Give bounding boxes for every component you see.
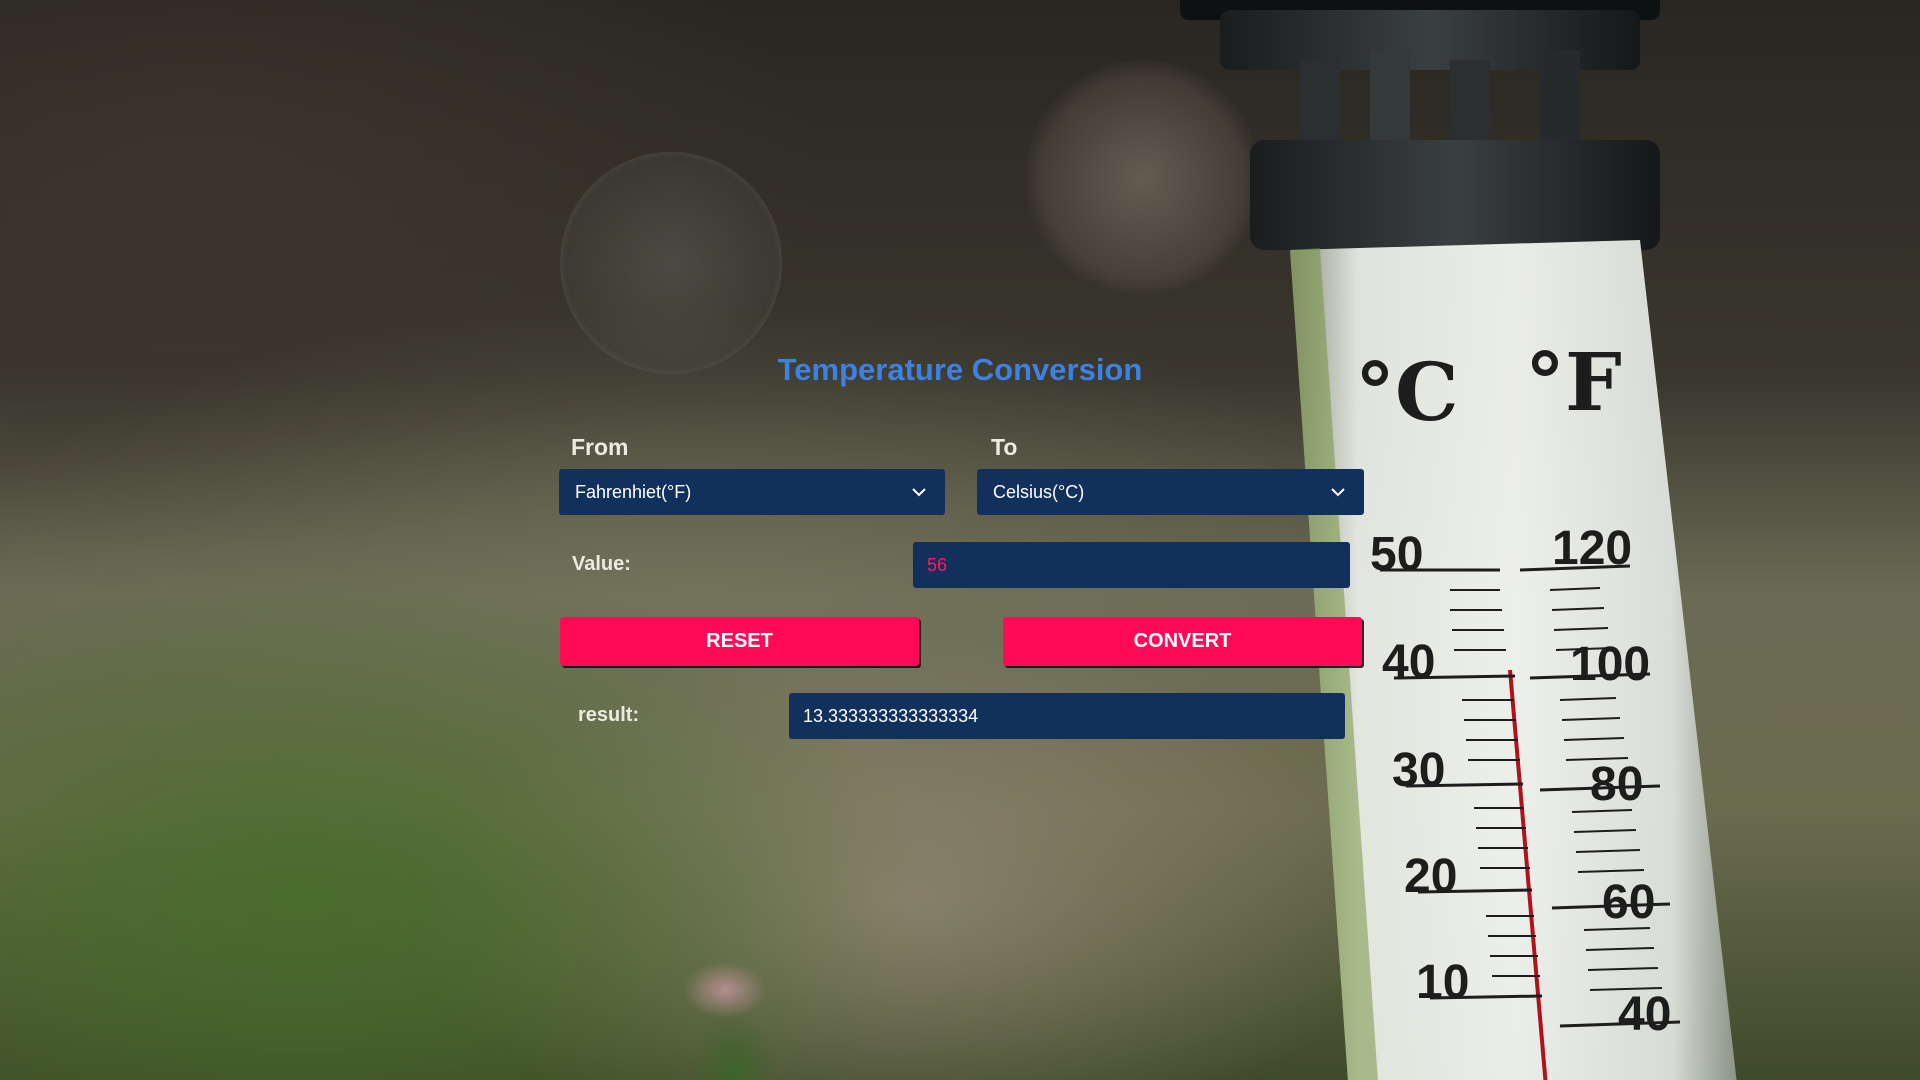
value-input-text: 56	[927, 554, 948, 575]
result-output-field: 13.333333333333334	[789, 693, 1345, 739]
fahrenheit-tick-label: 80	[1590, 758, 1643, 811]
to-unit-select[interactable]: Celsius(°C)	[977, 469, 1364, 515]
value-input[interactable]: 56	[913, 542, 1350, 588]
to-label: To	[991, 434, 1018, 460]
app-stage: °C °F 50 40 30 20 10 120 100 80 60 40 Te…	[0, 0, 1920, 1080]
to-unit-selected-value: Celsius(°C)	[993, 481, 1085, 502]
from-unit-select[interactable]: Fahrenhiet(°F)	[559, 469, 945, 515]
from-label: From	[571, 434, 629, 460]
fahrenheit-tick-label: 60	[1602, 876, 1655, 929]
page-title: Temperature Conversion	[777, 352, 1143, 387]
background-flower	[665, 960, 805, 1080]
chevron-down-icon	[1331, 488, 1345, 497]
fahrenheit-tick-label: 40	[1618, 988, 1671, 1041]
result-output-text: 13.333333333333334	[803, 705, 979, 726]
celsius-tick-label: 10	[1416, 956, 1469, 1009]
celsius-tick-label: 40	[1382, 636, 1435, 689]
from-unit-selected-value: Fahrenhiet(°F)	[575, 481, 692, 502]
result-label: result:	[578, 704, 640, 726]
fahrenheit-tick-label: 100	[1570, 638, 1650, 691]
convert-button[interactable]: CONVERT	[1003, 617, 1362, 666]
value-label: Value:	[572, 553, 631, 575]
fahrenheit-tick-label: 120	[1552, 522, 1632, 575]
reset-button[interactable]: RESET	[560, 617, 919, 666]
celsius-tick-label: 50	[1370, 528, 1423, 581]
background-bokeh-light	[560, 152, 782, 374]
chevron-down-icon	[912, 488, 926, 497]
celsius-tick-label: 20	[1404, 850, 1457, 903]
celsius-tick-label: 30	[1392, 744, 1445, 797]
thermometer-background-image: °C °F 50 40 30 20 10 120 100 80 60 40	[1180, 0, 1737, 1080]
